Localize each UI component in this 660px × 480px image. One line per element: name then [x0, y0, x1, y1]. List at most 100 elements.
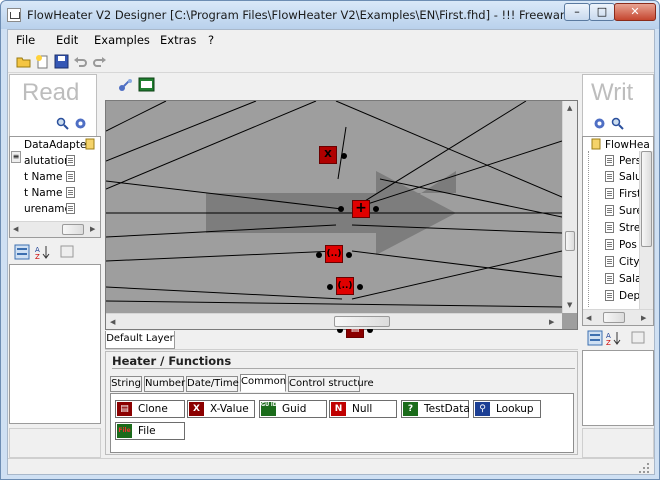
field-icon: [605, 171, 614, 182]
read-description-area: [9, 428, 101, 458]
splitter[interactable]: [105, 349, 578, 350]
tree-line: [588, 151, 589, 307]
sort-az-icon[interactable]: AZ: [34, 244, 50, 260]
lookup-button[interactable]: ⚲ Lookup: [473, 400, 541, 418]
tab-string[interactable]: String: [110, 376, 142, 392]
maximize-button[interactable]: □: [589, 3, 615, 21]
new-icon[interactable]: [35, 54, 50, 69]
write-title: Writ: [591, 79, 634, 106]
node-port: [316, 252, 322, 258]
testdata-label: TestData: [424, 403, 470, 415]
field-icon: [605, 256, 614, 267]
categorized-icon[interactable]: [14, 244, 30, 260]
tab-default-layer[interactable]: Default Layer: [105, 331, 175, 349]
svg-text:Z: Z: [606, 339, 611, 346]
field-icon: [605, 205, 614, 216]
menu-help[interactable]: ?: [208, 33, 214, 47]
write-tree: FlowHea Pers Salu First Sure Stre Pos Ci…: [582, 136, 654, 326]
file-label: File: [138, 425, 156, 437]
tab-common[interactable]: Common: [240, 374, 286, 392]
read-header-panel: Read: [9, 74, 97, 144]
property-pages-icon[interactable]: [631, 331, 645, 344]
node-x-value[interactable]: X: [319, 146, 337, 164]
main-toolbar: [8, 51, 654, 73]
menu-examples[interactable]: Examples: [94, 33, 150, 47]
categorized-icon[interactable]: [587, 330, 603, 346]
scroll-thumb[interactable]: [603, 312, 625, 323]
tab-date-time[interactable]: Date/Time: [186, 376, 239, 392]
write-field-1[interactable]: Pers: [619, 155, 641, 167]
search-icon[interactable]: [611, 117, 624, 130]
node-port: [373, 206, 379, 212]
write-field-9[interactable]: Dep: [619, 290, 640, 302]
tab-control-structure[interactable]: Control structure: [288, 376, 374, 392]
resize-grip-icon[interactable]: [638, 462, 650, 474]
read-field-3[interactable]: t Name: [24, 187, 62, 199]
redo-icon[interactable]: [92, 54, 107, 69]
field-icon: [66, 203, 75, 214]
write-field-3[interactable]: First: [619, 188, 641, 200]
field-icon: [605, 239, 614, 250]
null-icon: N: [331, 402, 346, 416]
settings-icon[interactable]: [74, 117, 87, 130]
clone-button[interactable]: ▤ Clone: [115, 400, 185, 418]
x-value-button[interactable]: X X-Value: [187, 400, 255, 418]
guid-label: Guid: [282, 403, 307, 415]
scroll-thumb[interactable]: [62, 224, 84, 235]
write-field-6[interactable]: Pos: [619, 239, 637, 251]
write-hscrollbar[interactable]: ◀ ▶: [583, 309, 653, 325]
null-button[interactable]: N Null: [329, 400, 397, 418]
read-adapter[interactable]: DataAdapter: [24, 139, 91, 151]
lookup-icon: ⚲: [475, 402, 490, 416]
open-icon[interactable]: [16, 54, 31, 69]
write-field-7[interactable]: City: [619, 256, 640, 268]
menu-extras[interactable]: Extras: [160, 33, 196, 47]
node-port: [341, 153, 347, 159]
testdata-button[interactable]: ? TestData: [401, 400, 470, 418]
guid-button[interactable]: GU ID Guid: [259, 400, 327, 418]
field-icon: [66, 187, 75, 198]
flow-canvas[interactable]: X + (..) (..) ▤ ▲ ▼ ◀ ▶: [105, 100, 578, 338]
field-icon: [605, 222, 614, 233]
read-scroll-up[interactable]: ≡: [11, 151, 21, 163]
tab-number[interactable]: Number: [144, 376, 185, 392]
read-field-4[interactable]: urename: [24, 203, 71, 215]
read-property-toolbar: AZ: [10, 242, 100, 262]
undo-icon[interactable]: [73, 54, 88, 69]
node-concat-2[interactable]: (..): [336, 277, 354, 295]
read-hscrollbar[interactable]: ◀ ▶: [10, 221, 100, 237]
svg-text:Z: Z: [35, 253, 40, 260]
save-icon[interactable]: [54, 54, 69, 69]
minimize-button[interactable]: –: [564, 3, 590, 21]
write-adapter[interactable]: FlowHea: [605, 139, 650, 151]
node-concat-1[interactable]: (..): [325, 245, 343, 263]
menu-file[interactable]: File: [16, 33, 35, 47]
property-pages-icon[interactable]: [60, 245, 74, 258]
menu-edit[interactable]: Edit: [56, 33, 78, 47]
sort-az-icon[interactable]: AZ: [605, 330, 621, 346]
scroll-thumb[interactable]: [641, 151, 652, 247]
clone-label: Clone: [138, 403, 168, 415]
close-button[interactable]: ✕: [614, 3, 656, 21]
read-tree: DataAdapter ≡ alutation t Name t Name ur…: [9, 136, 101, 238]
x-value-icon: X: [189, 402, 204, 416]
overview-icon[interactable]: [138, 77, 155, 92]
canvas-vscrollbar[interactable]: ▲ ▼: [562, 101, 577, 313]
read-field-1[interactable]: alutation: [24, 155, 71, 167]
functions-panel: Heater / Functions String Number Date/Ti…: [105, 351, 578, 455]
canvas-hscrollbar[interactable]: ◀ ▶: [106, 313, 562, 329]
search-icon[interactable]: [56, 117, 69, 130]
lookup-label: Lookup: [496, 403, 534, 415]
write-field-5[interactable]: Stre: [619, 222, 640, 234]
file-button[interactable]: File File: [115, 422, 185, 440]
read-field-2[interactable]: t Name: [24, 171, 62, 183]
field-icon: [605, 290, 614, 301]
settings-icon[interactable]: [593, 117, 606, 130]
write-vscrollbar[interactable]: [639, 151, 653, 309]
guid-icon: GU ID: [261, 402, 277, 416]
scroll-thumb[interactable]: [565, 231, 575, 251]
file-icon: File: [117, 424, 132, 438]
node-add[interactable]: +: [352, 200, 370, 218]
scroll-thumb[interactable]: [334, 316, 390, 327]
layout-icon[interactable]: [117, 77, 133, 93]
